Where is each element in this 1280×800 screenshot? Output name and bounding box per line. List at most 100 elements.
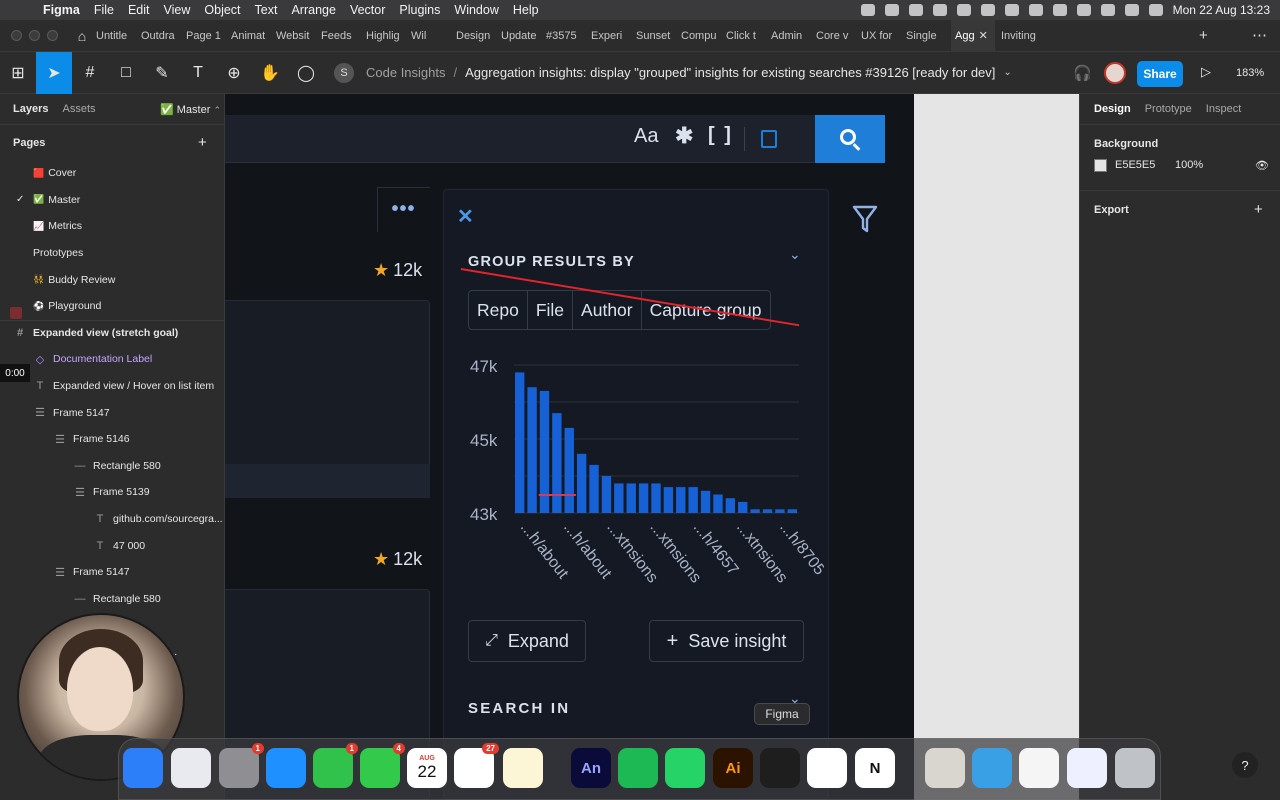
tab-item[interactable]: Click t [726,20,765,52]
layer-item[interactable]: ☰ Frame 5139 [0,479,224,506]
layer-item[interactable]: ☰ Frame 5147 [0,559,224,586]
menu-view[interactable]: View [157,3,198,17]
hovered-list-item[interactable] [225,464,430,498]
page-item[interactable]: 📈 Metrics [0,213,224,240]
minimize-window-button[interactable] [29,30,40,41]
chart-bar[interactable] [614,483,624,513]
menu-object[interactable]: Object [197,3,247,17]
page-item[interactable]: 🟥 Cover [0,160,224,187]
chart-bar[interactable] [738,501,748,513]
zoom-window-button[interactable] [47,30,58,41]
chart-bar[interactable] [589,464,599,513]
group-option-file[interactable]: File [528,291,574,329]
tab-item[interactable]: #3575 [546,20,585,52]
layer-item[interactable]: # Expanded view (stretch goal) [0,319,224,347]
chrome-icon[interactable] [807,748,847,788]
page-item[interactable]: ⚽ Playground [0,293,224,320]
chart-bar[interactable] [762,509,773,513]
tab-item[interactable]: Page 1 [186,20,225,52]
chart-bar[interactable] [663,487,674,513]
page-item[interactable]: Prototypes [0,240,224,267]
more-icon[interactable]: ⋯ [1252,20,1267,52]
tab-design[interactable]: Design [1094,103,1131,115]
text-tool-icon[interactable]: T [180,52,216,94]
tab-layers[interactable]: Layers [13,103,48,115]
move-tool-icon[interactable]: ➤ [36,51,72,94]
close-icon[interactable]: ✕ [457,204,474,229]
tab-item[interactable]: Animat [231,20,270,52]
chart-bar[interactable] [527,387,537,513]
siri-icon[interactable] [1148,4,1163,16]
animate-icon[interactable]: An [571,748,611,788]
frame-tool-icon[interactable]: # [72,52,108,94]
chart-bar[interactable] [552,413,562,513]
wifi-icon[interactable] [1076,4,1091,16]
group-option-repo[interactable]: Repo [469,291,528,329]
comment-tool-icon[interactable]: ◯ [288,52,324,94]
settings-icon[interactable]: 1 [219,743,264,788]
tab-item[interactable]: Compu [681,20,720,52]
screen-icon[interactable] [956,4,971,16]
canvas[interactable]: Aa ✱ [ ] ••• ★ 12k ★ 12k ✕ GROUP RESULTS B… [225,94,1079,800]
tab-assets[interactable]: Assets [62,103,95,115]
control-center-icon[interactable] [1124,4,1139,16]
menu-app-name[interactable]: Figma [36,3,87,17]
trash-icon[interactable] [1115,748,1155,788]
file-title[interactable]: Aggregation insights: display "grouped" … [465,65,995,80]
chart-bar[interactable] [564,427,574,513]
save-insight-button[interactable]: + Save insight [649,620,804,662]
page-item[interactable]: ✓ ✅ Master [0,187,224,214]
user-photo-avatar[interactable] [1104,62,1126,84]
layer-item[interactable]: — Rectangle 580 [0,453,224,480]
tab-item[interactable]: Outdra [141,20,180,52]
tab-inspect[interactable]: Inspect [1206,103,1241,115]
background-hex[interactable]: E5E5E5 [1115,159,1175,171]
illustrator-icon[interactable]: Ai [713,748,753,788]
menu-vector[interactable]: Vector [343,3,392,17]
eye-icon[interactable]: 👁 [1255,159,1269,172]
chart-bar[interactable] [713,494,723,514]
chart-bar[interactable] [515,372,525,513]
page-item[interactable]: 👯 Buddy Review [0,266,224,293]
regex-toggle[interactable]: ✱ [675,123,693,149]
chart-bar[interactable] [626,483,636,513]
new-tab-icon[interactable]: + [1199,20,1208,52]
figma-icon[interactable] [760,748,800,788]
close-window-button[interactable] [11,30,22,41]
chart-bar[interactable] [676,487,686,513]
finder-icon[interactable] [123,748,163,788]
slack-icon[interactable]: 27 [454,743,499,788]
gear-icon[interactable] [908,4,923,16]
menu-window[interactable]: Window [447,3,505,17]
chevron-down-icon[interactable]: ⌄ [789,246,801,263]
chart-bar[interactable] [700,490,711,513]
layer-item[interactable]: — Rectangle 580 [0,586,224,613]
spotlight-icon[interactable] [1100,4,1115,16]
layer-item[interactable]: ☰ Frame 5147 [0,399,224,426]
chevron-down-icon[interactable]: ⌄ [1003,67,1011,78]
close-tab-icon[interactable]: ✕ [979,30,988,42]
chart-bar[interactable] [638,483,649,513]
menu-help[interactable]: Help [506,3,546,17]
tab-item[interactable]: Websit [276,20,315,52]
clipboard-icon[interactable] [761,130,777,148]
window-thumb-icon[interactable] [1019,748,1059,788]
chart-bar[interactable] [775,509,785,513]
facetime-icon[interactable]: 1 [313,743,358,788]
chart-bar[interactable] [787,509,797,513]
hand-tool-icon[interactable]: ✋ [252,52,288,94]
spotify-icon[interactable] [618,748,658,788]
menu-text[interactable]: Text [248,3,285,17]
chart-bar[interactable] [576,453,587,513]
clock-text[interactable]: Mon 22 Aug 13:23 [1173,3,1270,17]
filter-icon[interactable] [852,204,878,234]
shape-tool-icon[interactable]: □ [108,52,144,94]
downloads-icon[interactable] [972,748,1012,788]
tab-item[interactable]: Sunset [636,20,675,52]
bluetooth-icon[interactable] [1052,4,1067,16]
tab-item[interactable]: Agg ✕ [951,19,995,52]
user-avatar[interactable]: S [334,62,354,83]
chart-bar[interactable] [651,483,661,513]
share-button[interactable]: Share [1137,61,1183,87]
help-button[interactable]: ? [1232,752,1258,778]
